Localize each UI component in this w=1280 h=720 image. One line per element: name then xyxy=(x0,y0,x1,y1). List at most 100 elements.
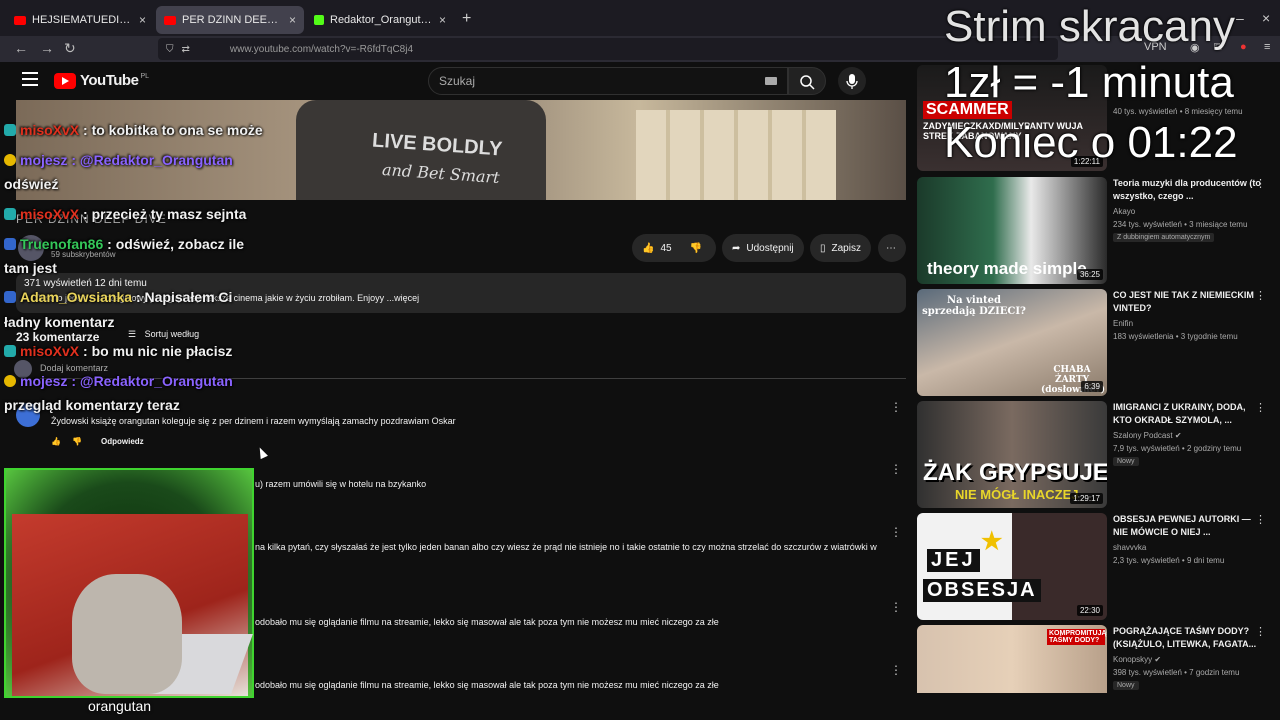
comment-dislike-icon[interactable]: 👎 xyxy=(72,437,82,446)
chat-text: : przecież ty masz sejnta xyxy=(83,206,247,222)
browser-menu-icon[interactable]: ≡ xyxy=(1264,41,1270,53)
chat-message: mojesz : @Redaktor_Orangutan xyxy=(4,152,233,168)
channel-name[interactable]: Szalony Podcast ✔ xyxy=(1113,431,1182,440)
video-player[interactable]: LIVE BOLDLY and Bet Smart xyxy=(16,100,906,200)
verified-icon: ✔ xyxy=(1154,655,1162,664)
save-button[interactable]: ▯ Zapisz xyxy=(810,234,871,262)
new-tab-icon[interactable]: + xyxy=(462,10,471,28)
video-menu-icon[interactable]: ⋮ xyxy=(1255,401,1266,414)
dislike-icon[interactable]: 👎 xyxy=(690,243,702,254)
keyboard-icon[interactable] xyxy=(765,77,777,85)
overlay-rate-text: 1zł = -1 minuta xyxy=(944,58,1234,107)
share-button[interactable]: ➦ Udostępnij xyxy=(722,234,804,262)
comment-menu-icon[interactable]: ⋮ xyxy=(890,600,902,614)
video-thumbnail[interactable]: KOMPROMITUJĄCE TAŚMY DODY? xyxy=(917,625,1107,693)
youtube-favicon-icon xyxy=(14,15,26,25)
video-title[interactable]: OBSESJA PEWNEJ AUTORKI — NIE MÓWCIE O NI… xyxy=(1113,513,1261,539)
search-input[interactable]: Szukaj xyxy=(428,67,788,95)
close-tab-icon[interactable]: × xyxy=(139,13,146,27)
voice-search-button[interactable] xyxy=(838,67,866,95)
video-thumbnail[interactable]: JEJ OBSESJA ★ 22:30 xyxy=(917,513,1107,620)
chat-message: Adam_Owsianka : Napisałem Ci xyxy=(4,289,232,305)
thumbnail-text: JEJ xyxy=(927,549,980,572)
related-video[interactable]: ŻAK GRYPSUJE NIE MÓGŁ INACZEJ 1:29:17 IM… xyxy=(917,401,1277,511)
related-video[interactable]: KOMPROMITUJĄCE TAŚMY DODY? POGRĄŻAJĄCE T… xyxy=(917,625,1277,693)
comment-menu-icon[interactable]: ⋮ xyxy=(890,400,902,414)
presenter-shirt: LIVE BOLDLY and Bet Smart xyxy=(296,100,546,200)
video-menu-icon[interactable]: ⋮ xyxy=(1255,513,1266,526)
related-video[interactable]: JEJ OBSESJA ★ 22:30 OBSESJA PEWNEJ AUTOR… xyxy=(917,513,1277,623)
back-icon[interactable]: ← xyxy=(14,40,28,56)
chat-message: mojesz : @Redaktor_Orangutan xyxy=(4,373,233,389)
sort-comments-button[interactable]: ☰ Sortuj według xyxy=(128,329,199,340)
channel-name-text: Szalony Podcast xyxy=(1113,431,1173,440)
kick-favicon-icon xyxy=(314,15,324,25)
browser-tab-2[interactable]: PER DZINN DEEP DIVE - YouTub × xyxy=(156,6,304,34)
video-title[interactable]: Teoria muzyki dla producentów (to wszyst… xyxy=(1113,177,1261,203)
hamburger-menu-icon[interactable] xyxy=(22,72,38,86)
like-icon[interactable]: 👍 xyxy=(642,243,654,254)
forward-icon[interactable]: → xyxy=(40,40,54,56)
video-thumbnail[interactable]: Na vinted sprzedają DZIECI? CHABA ŻARTY … xyxy=(917,289,1107,396)
comment-menu-icon[interactable]: ⋮ xyxy=(890,663,902,677)
comment-menu-icon[interactable]: ⋮ xyxy=(890,525,902,539)
save-label: Zapisz xyxy=(831,242,861,254)
chat-text: : bo mu nic nie płacisz xyxy=(83,343,233,359)
browser-tab-3[interactable]: Redaktor_Orangutan Stream - V × xyxy=(306,6,454,34)
search-button[interactable] xyxy=(788,67,826,95)
chat-badge-icon xyxy=(4,238,16,250)
more-actions-button[interactable]: ⋯ xyxy=(878,234,906,262)
addon-icon[interactable]: ● xyxy=(1240,41,1247,53)
minimize-icon[interactable]: – xyxy=(1236,10,1244,26)
channel-name[interactable]: Konopskyy ✔ xyxy=(1113,655,1161,664)
close-tab-icon[interactable]: × xyxy=(289,13,296,27)
video-menu-icon[interactable]: ⋮ xyxy=(1255,625,1266,638)
related-video[interactable]: Na vinted sprzedają DZIECI? CHABA ŻARTY … xyxy=(917,289,1277,399)
chat-username: misoXvX xyxy=(20,206,80,222)
address-bar[interactable]: ⛉ ⇄ www.youtube.com/watch?v=-R6fdTqC8j4 xyxy=(158,38,1058,60)
video-meta: 40 tys. wyświetleń • 8 miesięcy temu xyxy=(1113,107,1243,116)
tab-title: HEJSIEMATUEDI ICEBERG - CZE xyxy=(32,14,133,26)
thumbnail-subtext: OBSESJA xyxy=(923,579,1041,602)
add-comment-input[interactable]: Dodaj komentarz xyxy=(40,363,108,373)
channel-name[interactable]: Akayo xyxy=(1113,207,1135,216)
shirt-text-2: and Bet Smart xyxy=(381,159,501,188)
chat-message: misoXvX : to kobitka to ona se może xyxy=(4,122,263,138)
reload-icon[interactable]: ↻ xyxy=(64,40,76,57)
comment-menu-icon[interactable]: ⋮ xyxy=(890,462,902,476)
new-badge: Nowy xyxy=(1113,457,1139,466)
video-thumbnail[interactable]: theory made simple 36:25 xyxy=(917,177,1107,284)
video-menu-icon[interactable]: ⋮ xyxy=(1255,289,1266,302)
video-menu-icon[interactable]: ⋮ xyxy=(1255,177,1266,190)
channel-name[interactable]: shavvvka xyxy=(1113,543,1146,552)
comment-like-icon[interactable]: 👍 xyxy=(51,437,61,446)
chat-text: tam jest xyxy=(4,260,57,276)
comment-text: odobało mu się oglądanie filmu na stream… xyxy=(255,680,719,690)
close-tab-icon[interactable]: × xyxy=(439,13,446,27)
chat-text: : @Redaktor_Orangutan xyxy=(71,152,233,168)
thumbnail-text: Na vinted sprzedają DZIECI? xyxy=(922,295,1026,317)
reply-button[interactable]: Odpowiedz xyxy=(101,437,144,446)
tab-title: Redaktor_Orangutan Stream - V xyxy=(330,14,433,26)
related-video[interactable]: theory made simple 36:25 Teoria muzyki d… xyxy=(917,177,1277,287)
youtube-logo[interactable]: YouTube PL xyxy=(54,72,149,89)
chat-message: tam jest xyxy=(4,260,57,276)
sort-label: Sortuj według xyxy=(144,329,200,339)
video-title[interactable]: CO JEST NIE TAK Z NIEMIECKIM VINTED? xyxy=(1113,289,1261,315)
chat-badge-icon xyxy=(4,291,16,303)
like-dislike-group: 👍 45 👎 xyxy=(632,234,716,262)
chat-text: : to kobitka to ona se może xyxy=(83,122,263,138)
chat-badge-icon xyxy=(4,154,16,166)
thumbnail-text: theory made simple xyxy=(927,259,1087,278)
browser-tab-1[interactable]: HEJSIEMATUEDI ICEBERG - CZE × xyxy=(6,6,154,34)
chat-username: Truenofan86 xyxy=(20,236,104,252)
close-window-icon[interactable]: × xyxy=(1262,10,1270,26)
channel-name[interactable]: Enifin xyxy=(1113,319,1133,328)
screen: HEJSIEMATUEDI ICEBERG - CZE × PER DZINN … xyxy=(0,0,1280,720)
video-title[interactable]: POGRĄŻAJĄCE TAŚMY DODY? (KSIĄŻULO, LITEW… xyxy=(1113,625,1261,651)
chat-username: misoXvX xyxy=(20,343,80,359)
chat-badge-icon xyxy=(4,375,16,387)
comment-text: Żydowski książę orangutan koleguje się z… xyxy=(51,416,456,426)
video-title[interactable]: IMIGRANCI Z UKRAINY, DODA, KTO OKRADŁ SZ… xyxy=(1113,401,1261,427)
video-thumbnail[interactable]: ŻAK GRYPSUJE NIE MÓGŁ INACZEJ 1:29:17 xyxy=(917,401,1107,508)
